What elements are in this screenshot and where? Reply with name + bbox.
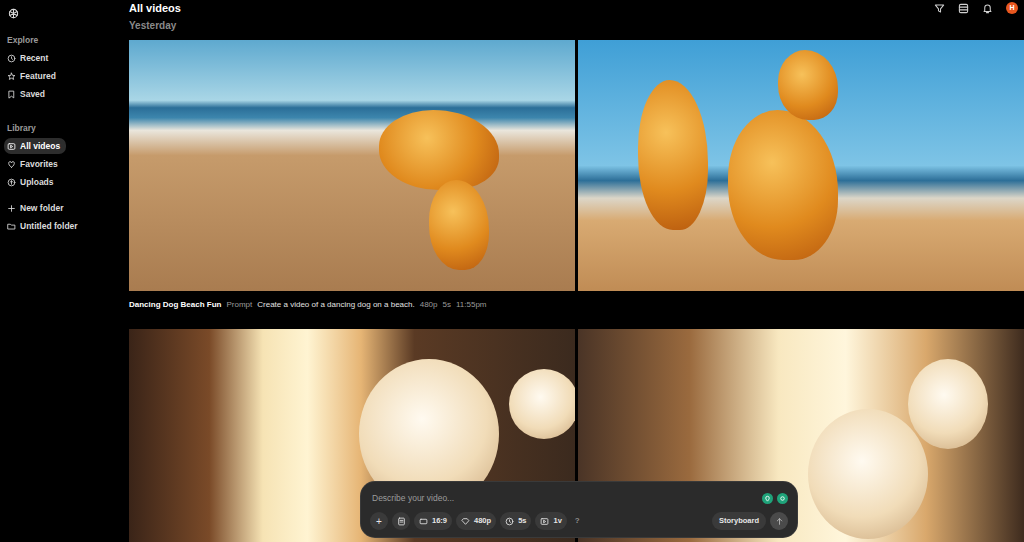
video-caption: Dancing Dog Beach Fun Prompt Create a vide… <box>129 291 1024 329</box>
folder-list: New folder Untitled folder <box>4 199 125 235</box>
sidebar-label[interactable]: Favorites <box>20 158 58 171</box>
video-title[interactable]: Dancing Dog Beach Fun <box>129 297 221 313</box>
sidebar-link[interactable]: All videos <box>4 138 66 154</box>
sidebar-item[interactable]: Featured <box>4 67 125 85</box>
sidebar-link[interactable]: Uploads <box>4 174 60 190</box>
header-actions: H <box>934 2 1018 14</box>
resolution: 480p <box>420 297 438 313</box>
send-button[interactable] <box>770 512 788 530</box>
sidebar-item[interactable]: New folder <box>4 199 125 217</box>
bookmark-icon <box>7 90 16 99</box>
sidebar-label[interactable]: All videos <box>20 140 60 153</box>
aspect-ratio-icon <box>419 517 428 526</box>
sidebar-link[interactable]: Favorites <box>4 156 64 172</box>
star-icon <box>7 72 16 81</box>
duration-option[interactable]: 5s <box>500 512 531 530</box>
video-frame-icon <box>540 517 549 526</box>
sidebar-item[interactable]: Favorites <box>4 155 125 173</box>
sidebar-item[interactable]: Recent <box>4 49 125 67</box>
aspect-ratio-option[interactable]: 16:9 <box>414 512 452 530</box>
upload-icon <box>7 178 16 187</box>
composer-input-row <box>370 489 788 507</box>
user-avatar[interactable]: H <box>1006 2 1018 14</box>
logo[interactable] <box>4 0 125 26</box>
logo-icon[interactable] <box>8 8 19 19</box>
composer-toolbar: +16:9 480p 5s 1v? Storyboard <box>370 512 788 530</box>
filter-icon[interactable] <box>934 3 945 14</box>
video-library: All videos H Yesterday Dancing Dog Beach Fu… <box>129 0 1024 542</box>
prompt-input[interactable] <box>370 489 758 507</box>
sidebar-item[interactable]: Untitled folder <box>4 217 125 235</box>
folder-icon <box>7 222 16 231</box>
sidebar-item[interactable]: All videos <box>4 137 125 155</box>
prompt-text: Create a video of a dancing dog on a bea… <box>257 297 414 313</box>
date-group-label: Yesterday <box>129 17 1024 35</box>
option-label[interactable]: 16:9 <box>432 515 447 526</box>
option-label[interactable]: 480p <box>474 515 491 526</box>
sidebar-link[interactable]: Untitled folder <box>4 218 84 234</box>
sidebar-label[interactable]: Recent <box>20 52 48 65</box>
storyboard-button[interactable]: Storyboard <box>712 512 766 530</box>
sidebar-link[interactable]: Featured <box>4 68 62 84</box>
clock-icon <box>505 517 514 526</box>
play-square-icon <box>7 142 16 151</box>
resolution-option[interactable]: 480p <box>456 512 496 530</box>
sidebar-item[interactable]: Saved <box>4 85 125 103</box>
heart-icon <box>7 160 16 169</box>
prompt-label: Prompt <box>226 297 252 313</box>
presets-button[interactable] <box>392 512 410 530</box>
sidebar-link[interactable]: New folder <box>4 200 69 216</box>
diamond-icon <box>461 517 470 526</box>
duration: 5s <box>443 297 451 313</box>
clock-icon <box>7 54 16 63</box>
sidebar-link[interactable]: Recent <box>4 50 54 66</box>
help-button[interactable]: ? <box>571 515 584 527</box>
option-label[interactable]: 5s <box>518 515 526 526</box>
sidebar-label[interactable]: Featured <box>20 70 56 83</box>
location-icon[interactable] <box>762 493 773 504</box>
video-frame[interactable] <box>578 40 1024 291</box>
section-label: Explore <box>4 31 125 49</box>
video-frame[interactable] <box>129 40 575 291</box>
variations-option[interactable]: 1v <box>535 512 566 530</box>
arrow-up-icon[interactable] <box>775 517 784 526</box>
created-time: 11:55pm <box>456 297 487 313</box>
header-bar: All videos H <box>129 0 1024 17</box>
video-thumbnails <box>129 40 1024 291</box>
sidebar-label[interactable]: Saved <box>20 88 45 101</box>
list-view-icon[interactable] <box>958 3 969 14</box>
bell-icon[interactable] <box>982 3 993 14</box>
prompt-composer: +16:9 480p 5s 1v? Storyboard <box>361 482 797 537</box>
section-label: Library <box>4 119 125 137</box>
assistant-icon[interactable] <box>777 493 788 504</box>
plus-icon <box>7 204 16 213</box>
document-icon[interactable] <box>397 517 406 526</box>
page-title: All videos <box>129 0 181 17</box>
sidebar-label[interactable]: Untitled folder <box>20 220 78 233</box>
sidebar-label[interactable]: Uploads <box>20 176 54 189</box>
sidebar: Explore Recent Featured Saved Library All vid… <box>0 0 129 542</box>
sidebar-link[interactable]: Saved <box>4 86 51 102</box>
app-window: Explore Recent Featured Saved Library All vid… <box>0 0 1024 542</box>
sidebar-label[interactable]: New folder <box>20 202 63 215</box>
sidebar-item[interactable]: Uploads <box>4 173 125 191</box>
add-button[interactable]: + <box>370 512 388 530</box>
option-label[interactable]: 1v <box>553 515 561 526</box>
